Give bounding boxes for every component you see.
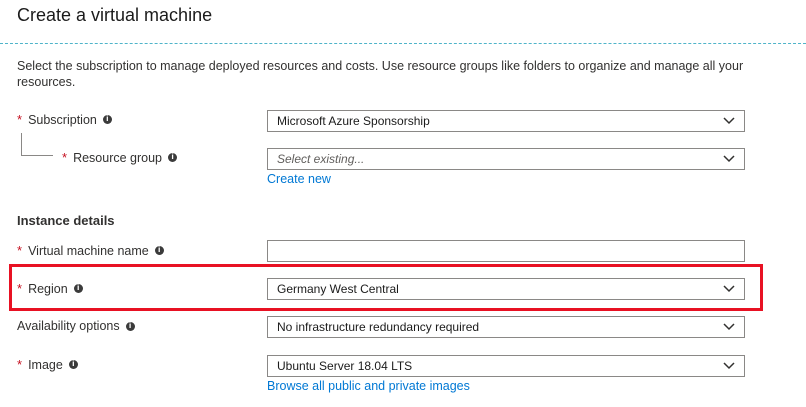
subscription-label: Subscription bbox=[28, 112, 97, 127]
info-icon[interactable]: i bbox=[125, 321, 135, 331]
page-description: Select the subscription to manage deploy… bbox=[17, 59, 744, 89]
tree-connector-vertical bbox=[21, 133, 22, 155]
image-dropdown[interactable]: Ubuntu Server 18.04 LTS bbox=[267, 355, 745, 377]
image-value: Ubuntu Server 18.04 LTS bbox=[277, 359, 413, 373]
subscription-value: Microsoft Azure Sponsorship bbox=[277, 114, 430, 128]
required-marker: * bbox=[17, 112, 23, 127]
subscription-label-row: * Subscription i bbox=[17, 112, 112, 127]
info-icon[interactable]: i bbox=[102, 115, 112, 124]
header-divider bbox=[0, 43, 806, 44]
required-marker: * bbox=[17, 243, 23, 258]
tree-connector-horizontal bbox=[21, 155, 53, 156]
chevron-down-icon bbox=[723, 117, 735, 125]
resource-group-placeholder: Select existing... bbox=[277, 152, 365, 166]
vm-name-label-row: * Virtual machine name i bbox=[17, 243, 164, 258]
browse-images-link[interactable]: Browse all public and private images bbox=[267, 379, 470, 393]
vm-name-label: Virtual machine name bbox=[28, 243, 149, 258]
required-marker: * bbox=[62, 150, 68, 165]
instance-details-heading: Instance details bbox=[17, 213, 115, 228]
info-icon[interactable]: i bbox=[168, 153, 178, 162]
image-label-row: * Image i bbox=[17, 357, 78, 372]
resource-group-label: Resource group bbox=[73, 150, 163, 165]
availability-label: Availability options bbox=[17, 319, 120, 333]
subscription-dropdown[interactable]: Microsoft Azure Sponsorship bbox=[267, 110, 745, 132]
availability-label-row: Availability options i bbox=[17, 319, 135, 333]
vm-name-input[interactable] bbox=[267, 240, 745, 262]
info-icon[interactable]: i bbox=[68, 360, 78, 369]
resource-group-label-row: * Resource group i bbox=[62, 150, 178, 165]
region-highlight-box bbox=[9, 264, 763, 311]
page-title: Create a virtual machine bbox=[17, 5, 213, 25]
required-marker: * bbox=[17, 357, 23, 372]
create-new-link[interactable]: Create new bbox=[267, 172, 331, 186]
info-icon[interactable]: i bbox=[154, 246, 164, 255]
availability-value: No infrastructure redundancy required bbox=[277, 320, 480, 334]
chevron-down-icon bbox=[723, 362, 735, 370]
chevron-down-icon bbox=[723, 323, 735, 331]
availability-dropdown[interactable]: No infrastructure redundancy required bbox=[267, 316, 745, 338]
chevron-down-icon bbox=[723, 155, 735, 163]
resource-group-dropdown[interactable]: Select existing... bbox=[267, 148, 745, 170]
image-label: Image bbox=[28, 357, 63, 372]
